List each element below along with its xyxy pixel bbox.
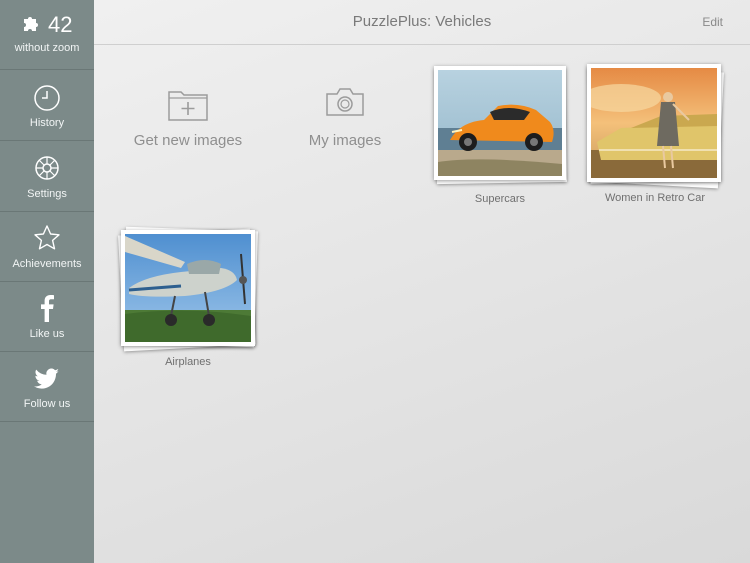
sidebar-item-follow-us[interactable]: Follow us bbox=[0, 352, 94, 422]
album-airplanes[interactable]: Airplanes bbox=[118, 226, 262, 376]
airplane-photo bbox=[125, 234, 251, 342]
sidebar-item-achievements[interactable]: Achievements bbox=[0, 212, 94, 282]
sidebar-item-like-us[interactable]: Like us bbox=[0, 282, 94, 352]
album-title: Supercars bbox=[474, 193, 526, 205]
sidebar-item-label: Follow us bbox=[23, 398, 71, 410]
twitter-icon bbox=[34, 368, 60, 395]
camera-icon bbox=[295, 86, 395, 132]
add-folder-icon bbox=[123, 86, 253, 132]
sidebar-item-label: Settings bbox=[27, 188, 67, 200]
album-title: Women in Retro Car bbox=[604, 192, 706, 204]
score-value: 42 bbox=[47, 12, 73, 37]
my-images-button[interactable]: My images bbox=[295, 86, 395, 149]
my-images-label: My images bbox=[308, 132, 382, 149]
album-supercars[interactable]: Supercars bbox=[434, 66, 570, 206]
score-panel: 42 without zoom bbox=[0, 0, 94, 70]
sidebar: 42 without zoom History Settings Achieve… bbox=[0, 0, 94, 563]
sidebar-item-settings[interactable]: Settings bbox=[0, 142, 94, 212]
album-cover bbox=[121, 230, 255, 346]
gear-icon bbox=[33, 154, 61, 187]
score-label: without zoom bbox=[14, 42, 80, 54]
get-new-images-label: Get new images bbox=[133, 132, 243, 149]
sidebar-item-label: History bbox=[29, 117, 65, 129]
page-title: PuzzlePlus: Vehicles bbox=[352, 13, 492, 30]
clock-icon bbox=[33, 84, 61, 117]
sidebar-item-label: Achievements bbox=[12, 258, 82, 270]
album-title: Airplanes bbox=[165, 356, 211, 368]
star-icon bbox=[33, 224, 61, 257]
puzzle-piece-icon bbox=[22, 14, 40, 37]
album-cover bbox=[434, 66, 566, 180]
retro-car-photo bbox=[591, 68, 717, 178]
supercar-photo bbox=[438, 70, 562, 176]
get-new-images-button[interactable]: Get new images bbox=[123, 86, 253, 149]
edit-button[interactable]: Edit bbox=[702, 15, 723, 29]
sidebar-item-history[interactable]: History bbox=[0, 71, 94, 141]
album-cover bbox=[587, 64, 721, 182]
facebook-icon bbox=[39, 294, 55, 327]
top-bar: PuzzlePlus: Vehicles Edit bbox=[94, 0, 750, 45]
album-women-in-retro-car[interactable]: Women in Retro Car bbox=[587, 63, 727, 206]
sidebar-item-label: Like us bbox=[29, 328, 65, 340]
